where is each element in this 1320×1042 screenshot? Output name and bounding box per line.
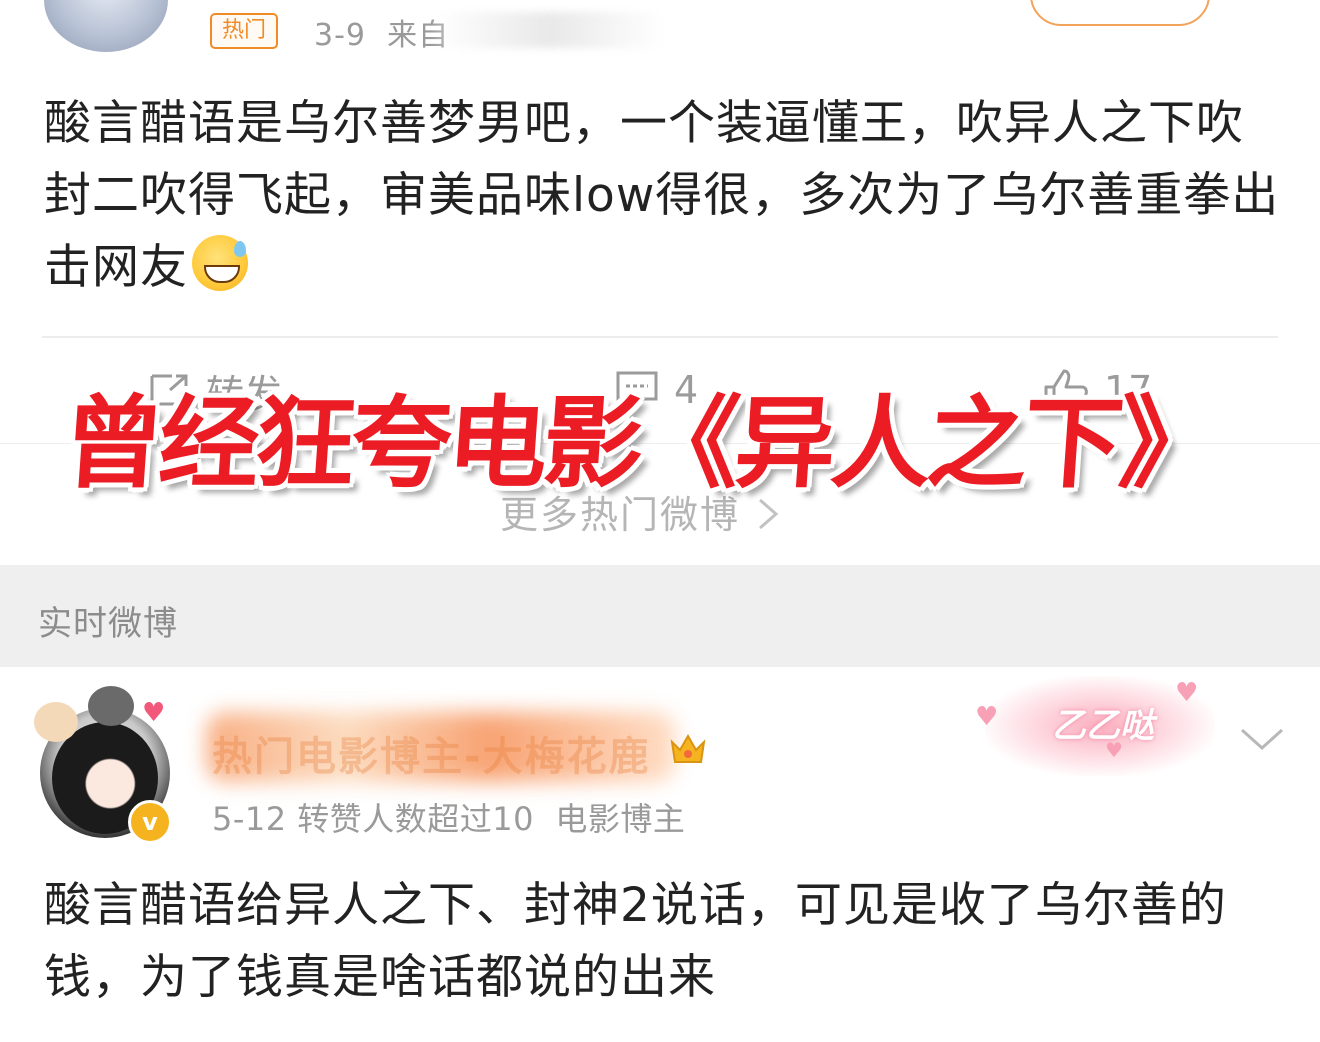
overlay-caption: 曾经狂夸电影《异人之下》	[59, 385, 1220, 502]
author-name[interactable]: 热门电影博主-大梅花鹿	[212, 724, 651, 782]
author-role: 电影博主	[555, 800, 686, 838]
chevron-down-icon[interactable]	[1238, 722, 1286, 756]
decoration-text: 乙乙哒	[1052, 706, 1154, 746]
section-header	[0, 565, 1320, 667]
follow-button[interactable]	[1030, 0, 1210, 26]
post-text[interactable]: 酸言醋语是乌尔善梦男吧，一个装逼懂王，吹异人之下吹封二吹得飞起，审美品味low得…	[44, 88, 1284, 304]
sweat-smile-emoji-icon	[192, 235, 248, 291]
post-date: 5-12	[212, 800, 287, 838]
heart-icon: ♥	[975, 702, 999, 732]
repost-note: 转赞人数超过10	[297, 800, 535, 838]
hot-badge: 热门	[210, 13, 279, 49]
section-title: 实时微博	[38, 604, 178, 644]
bear-sticker-icon	[34, 702, 78, 742]
post-text[interactable]: 酸言醋语给异人之下、封神2说话，可见是收了乌尔善的钱，为了钱真是啥话都说的出来	[44, 870, 1294, 1014]
heart-icon: ♥	[142, 698, 166, 728]
heart-icon: ♥	[1175, 678, 1199, 708]
blurred-source	[436, 12, 664, 48]
post-meta: 5-12 转赞人数超过10 电影博主	[212, 794, 685, 840]
post-meta: 3-9 来自	[314, 10, 449, 54]
crown-icon	[670, 733, 706, 763]
cat-sticker-icon	[88, 686, 134, 726]
divider	[42, 336, 1278, 338]
post-date: 3-9	[314, 18, 366, 53]
verified-badge: v	[128, 800, 172, 844]
author-avatar[interactable]	[44, 0, 168, 52]
